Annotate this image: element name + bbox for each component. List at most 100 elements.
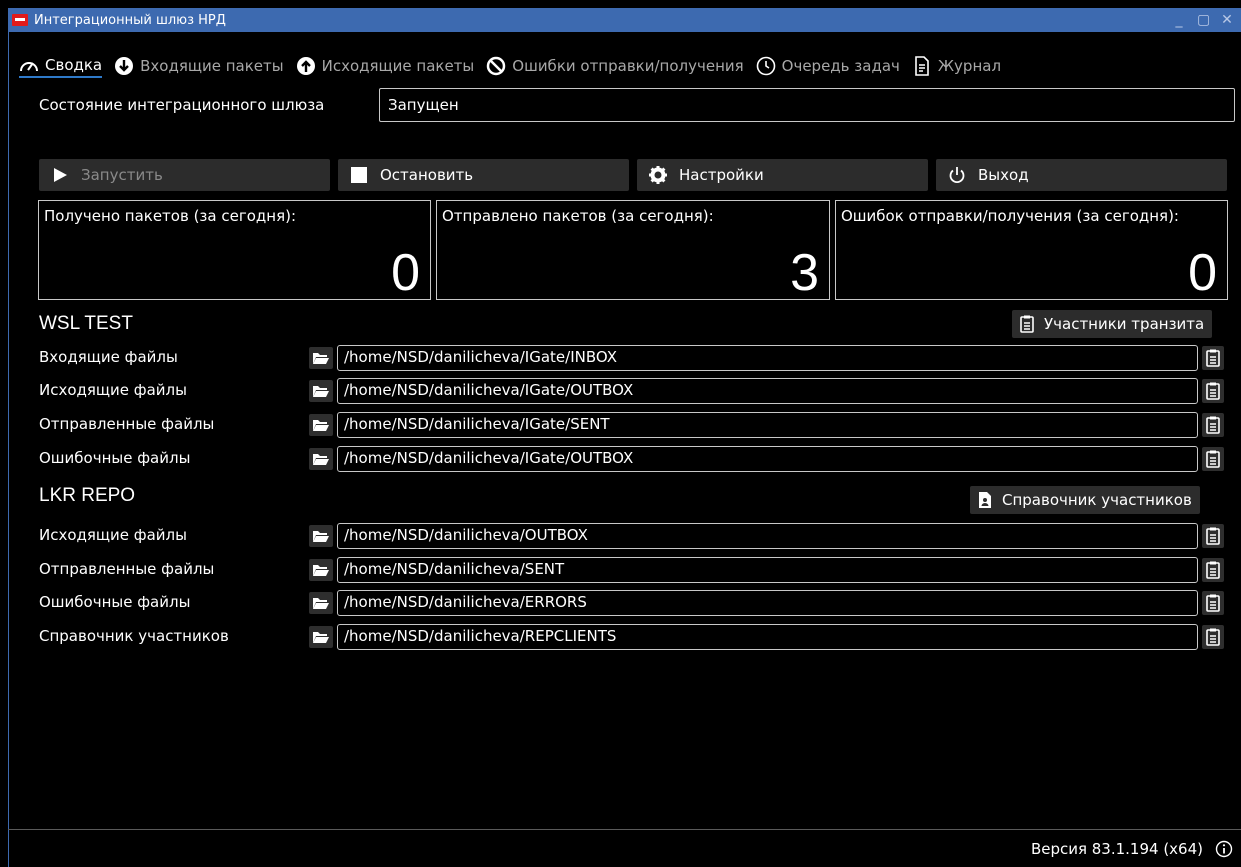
- status-bar: Версия 83.1.194 (x64): [8, 829, 1241, 867]
- path-input[interactable]: /home/NSD/danilicheva/ERRORS: [337, 590, 1198, 616]
- close-icon[interactable]: ✕: [1221, 12, 1233, 28]
- path-input[interactable]: /home/NSD/danilicheva/REPCLIENTS: [337, 624, 1198, 650]
- path-label: Отправленные файлы: [39, 415, 215, 433]
- copy-path-button[interactable]: [1202, 625, 1224, 649]
- path-label: Ошибочные файлы: [39, 593, 191, 611]
- folder-open-icon: [313, 632, 329, 643]
- clipboard-icon: [1020, 315, 1034, 333]
- copy-path-button[interactable]: [1202, 447, 1224, 471]
- path-row: Справочник участников /home/NSD/danilich…: [39, 624, 1227, 650]
- path-label: Отправленные файлы: [39, 560, 215, 578]
- path-input[interactable]: /home/NSD/danilicheva/SENT: [337, 557, 1198, 583]
- path-label: Исходящие файлы: [39, 526, 187, 544]
- copy-path-button[interactable]: [1202, 524, 1224, 548]
- gateway-state-field: Запущен: [379, 88, 1235, 122]
- copy-path-button[interactable]: [1202, 346, 1224, 370]
- gateway-state-row: Состояние интеграционного шлюза Запущен: [39, 88, 1235, 122]
- folder-open-button[interactable]: [309, 525, 333, 547]
- maximize-icon[interactable]: ▢: [1197, 12, 1210, 28]
- contact-file-icon: [979, 492, 991, 508]
- stop-button-label: Остановить: [380, 166, 474, 184]
- folder-open-icon: [313, 531, 329, 542]
- stat-received: Получено пакетов (за сегодня): 0: [38, 200, 431, 302]
- tab-summary[interactable]: Сводка: [19, 55, 103, 78]
- power-icon: [949, 167, 965, 184]
- participants-directory-button[interactable]: Справочник участников: [970, 486, 1200, 514]
- path-input[interactable]: /home/NSD/danilicheva/IGate/OUTBOX: [337, 446, 1198, 472]
- folder-open-icon: [313, 565, 329, 576]
- stat-value: 0: [391, 244, 420, 302]
- folder-open-icon: [313, 420, 329, 431]
- section-title-wsl: WSL TEST: [39, 313, 133, 334]
- copy-path-button[interactable]: [1202, 558, 1224, 582]
- transit-participants-button[interactable]: Участники транзита: [1012, 310, 1213, 338]
- title-bar: Интеграционный шлюз НРД _ ▢ ✕: [8, 8, 1241, 32]
- exit-button[interactable]: Выход: [936, 159, 1227, 191]
- tab-outgoing[interactable]: Исходящие пакеты: [296, 56, 475, 76]
- start-button[interactable]: Запустить: [39, 159, 330, 191]
- clipboard-icon: [1206, 416, 1220, 434]
- gear-icon: [649, 166, 667, 184]
- tab-bar: Сводка Входящие пакеты Исходящие пакеты …: [19, 54, 1013, 78]
- main-window: Сводка Входящие пакеты Исходящие пакеты …: [8, 32, 1241, 867]
- path-row: Ошибочные файлы /home/NSD/danilicheva/IG…: [39, 446, 1227, 472]
- minimize-icon[interactable]: _: [1173, 12, 1185, 28]
- stop-icon: [351, 167, 367, 183]
- gateway-state-label: Состояние интеграционного шлюза: [39, 96, 325, 114]
- folder-open-button[interactable]: [309, 347, 333, 369]
- stat-sent: Отправлено пакетов (за сегодня): 3: [436, 200, 830, 302]
- app-logo-icon: [12, 14, 28, 26]
- path-row: Исходящие файлы /home/NSD/danilicheva/IG…: [39, 378, 1227, 404]
- clipboard-icon: [1206, 527, 1220, 545]
- transit-participants-label: Участники транзита: [1044, 315, 1205, 333]
- section-title-lkr: LKR REPO: [39, 485, 136, 506]
- copy-path-button[interactable]: [1202, 413, 1224, 437]
- folder-open-button[interactable]: [309, 448, 333, 470]
- path-input[interactable]: /home/NSD/danilicheva/IGate/OUTBOX: [337, 378, 1198, 404]
- version-label: Версия 83.1.194 (x64): [1030, 840, 1203, 858]
- settings-button[interactable]: Настройки: [637, 159, 928, 191]
- clipboard-icon: [1206, 382, 1220, 400]
- folder-open-button[interactable]: [309, 414, 333, 436]
- path-input[interactable]: /home/NSD/danilicheva/OUTBOX: [337, 523, 1198, 549]
- path-label: Справочник участников: [39, 627, 229, 645]
- path-row: Ошибочные файлы /home/NSD/danilicheva/ER…: [39, 590, 1227, 616]
- info-icon[interactable]: [1215, 840, 1233, 858]
- tab-label: Исходящие пакеты: [321, 57, 475, 75]
- folder-open-icon: [313, 353, 329, 364]
- tab-label: Журнал: [937, 57, 1002, 75]
- path-row: Исходящие файлы /home/NSD/danilicheva/OU…: [39, 523, 1227, 549]
- path-row: Входящие файлы /home/NSD/danilicheva/IGa…: [39, 345, 1227, 371]
- settings-button-label: Настройки: [679, 166, 764, 184]
- play-icon: [54, 168, 67, 182]
- stat-label: Получено пакетов (за сегодня):: [44, 207, 297, 225]
- stat-value: 3: [790, 244, 819, 302]
- folder-open-button[interactable]: [309, 380, 333, 402]
- folder-open-icon: [313, 598, 329, 609]
- folder-open-button[interactable]: [309, 592, 333, 614]
- document-icon: [915, 56, 929, 76]
- tab-label: Ошибки отправки/получения: [512, 57, 744, 75]
- tab-log[interactable]: Журнал: [912, 56, 1001, 76]
- window-title: Интеграционный шлюз НРД: [34, 12, 226, 28]
- folder-open-button[interactable]: [309, 559, 333, 581]
- path-label: Ошибочные файлы: [39, 449, 191, 467]
- path-input[interactable]: /home/NSD/danilicheva/IGate/SENT: [337, 412, 1198, 438]
- start-button-label: Запустить: [81, 166, 163, 184]
- tab-incoming[interactable]: Входящие пакеты: [114, 56, 284, 76]
- tab-label: Очередь задач: [781, 57, 900, 75]
- action-buttons: Запустить Остановить Настройки Выход: [39, 159, 1227, 191]
- copy-path-button[interactable]: [1202, 379, 1224, 403]
- copy-path-button[interactable]: [1202, 591, 1224, 615]
- tab-errors[interactable]: Ошибки отправки/получения: [486, 56, 744, 76]
- clipboard-icon: [1206, 628, 1220, 646]
- clipboard-icon: [1206, 450, 1220, 468]
- stop-button[interactable]: Остановить: [338, 159, 629, 191]
- window-controls: _ ▢ ✕: [1173, 12, 1241, 28]
- tab-label: Входящие пакеты: [140, 57, 284, 75]
- stat-label: Отправлено пакетов (за сегодня):: [442, 207, 714, 225]
- tab-task-queue[interactable]: Очередь задач: [756, 56, 900, 76]
- path-input[interactable]: /home/NSD/danilicheva/IGate/INBOX: [337, 345, 1198, 371]
- folder-open-button[interactable]: [309, 626, 333, 648]
- tab-label: Сводка: [45, 55, 103, 74]
